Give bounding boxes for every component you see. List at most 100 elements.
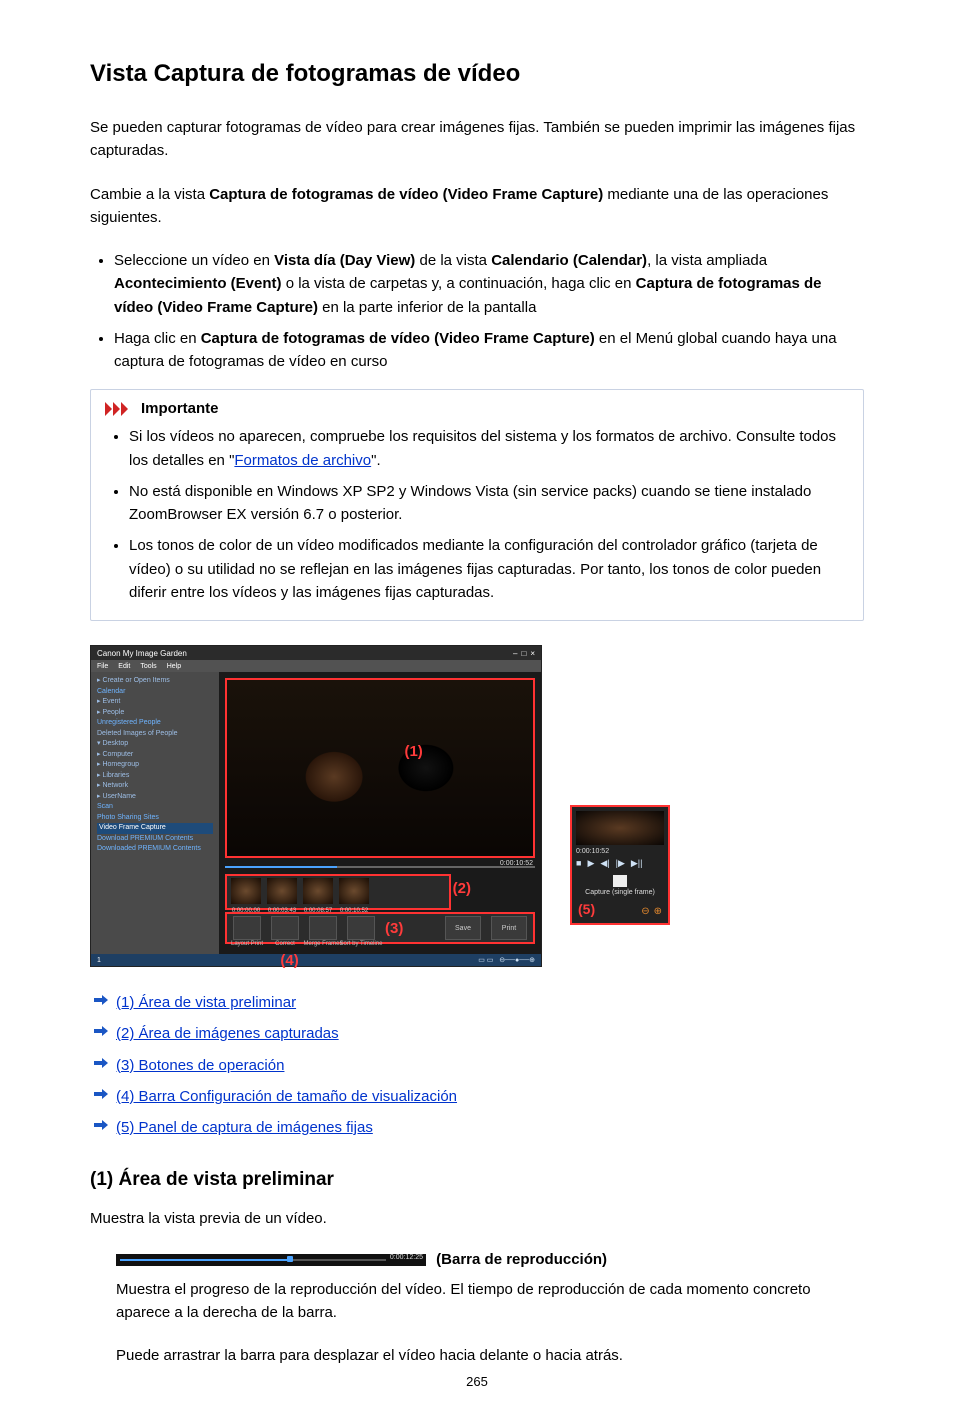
panel-time: 0:00:10:52 (576, 848, 664, 855)
main-area: (1) 0:00:10:52 0:00:00.00 0:00:03.43 0:0… (219, 672, 541, 954)
anchor-link-2[interactable]: (2) Área de imágenes capturadas (116, 1025, 339, 1042)
tool-correct (271, 916, 299, 940)
text: ". (371, 452, 381, 469)
zoom-controls: ▭ ▭ ⊖──●──⊕ (478, 956, 535, 964)
video-preview-image (227, 680, 533, 856)
sidebar: ▸ Create or Open Items Calendar ▸ Event … (91, 672, 219, 954)
panel-preview (576, 811, 664, 845)
intro-paragraph-2: Cambie a la vista Captura de fotogramas … (90, 183, 864, 230)
list-item: Los tonos de color de un vídeo modificad… (129, 534, 849, 604)
capture-panel: 0:00:10:52 ■ ▶ ◀| |▶ ▶|| Capture (single… (570, 805, 670, 925)
anchor-link-1[interactable]: (1) Área de vista preliminar (116, 994, 296, 1011)
anchor-links: (1) Área de vista preliminar (2) Área de… (90, 991, 864, 1139)
maximize-icon: □ (521, 649, 526, 658)
sidebar-item: Download PREMIUM Contents (97, 834, 213, 845)
sidebar-item: Homegroup (102, 761, 139, 768)
tool-layout-print (233, 916, 261, 940)
sidebar-item: People (102, 709, 124, 716)
window-controls: – □ × (513, 649, 535, 658)
tool-merge-frames (309, 916, 337, 940)
overlay-label-3: (3) (385, 920, 403, 937)
menu-item: Help (167, 663, 181, 670)
playback-bar-image: 0:00:12:25 (116, 1254, 426, 1266)
anchor-link-3[interactable]: (3) Botones de operación (116, 1057, 284, 1074)
callout-list: Si los vídeos no aparecen, compruebe los… (105, 425, 849, 604)
scrub-bar: 0:00:10:52 (225, 862, 535, 872)
thumb: 0:00:08.57 (303, 878, 333, 904)
sidebar-item: Scan (97, 802, 213, 813)
tool-sort-by-timeline (347, 916, 375, 940)
print-button: Print (491, 916, 527, 940)
list-item: No está disponible en Windows XP SP2 y W… (129, 480, 849, 527)
sidebar-item: Unregistered People (97, 718, 213, 729)
capture-icon (613, 875, 627, 887)
list-item: (4) Barra Configuración de tamaño de vis… (116, 1085, 864, 1108)
list-item: Seleccione un vídeo en Vista día (Day Vi… (114, 249, 864, 319)
captured-thumbs: 0:00:00.00 0:00:03.43 0:00:08.57 0:00:10… (225, 874, 451, 910)
anchor-link-5[interactable]: (5) Panel de captura de imágenes fijas (116, 1119, 373, 1136)
menu-bar: File Edit Tools Help (91, 660, 541, 672)
chevrons-icon (105, 402, 135, 416)
section-1-p1: Muestra la vista previa de un vídeo. (90, 1207, 864, 1230)
sidebar-item: Calendar (97, 687, 213, 698)
app-window: Canon My Image Garden – □ × File Edit To… (90, 645, 542, 967)
scrub-time: 0:00:10:52 (500, 860, 533, 867)
text: Seleccione un vídeo en (114, 252, 274, 269)
playback-bar-label: (Barra de reproducción) (436, 1251, 607, 1268)
formatos-de-archivo-link[interactable]: Formatos de archivo (234, 452, 371, 469)
callout-title-text: Importante (141, 400, 219, 417)
text: Haga clic en (114, 330, 201, 347)
menu-item: File (97, 663, 108, 670)
minimize-icon: – (513, 649, 517, 658)
sidebar-item: Create or Open Items (102, 677, 169, 684)
text: de la vista (415, 252, 491, 269)
list-item: (2) Área de imágenes capturadas (116, 1022, 864, 1045)
text: o la vista de carpetas y, a continuación… (282, 275, 636, 292)
overlay-label-5: (5) (578, 901, 595, 917)
sidebar-item: Network (102, 782, 128, 789)
menu-item: Tools (140, 663, 156, 670)
important-callout: Importante Si los vídeos no aparecen, co… (90, 389, 864, 621)
thumb: 0:00:03.43 (267, 878, 297, 904)
sidebar-item: Event (102, 698, 120, 705)
sidebar-item: UserName (102, 793, 135, 800)
panel-controls: ■ ▶ ◀| |▶ ▶|| (576, 858, 664, 869)
playback-bar-time: 0:00:12:25 (390, 1254, 423, 1261)
section-1-title: (1) Área de vista preliminar (90, 1169, 864, 1191)
text-bold: Acontecimiento (Event) (114, 275, 282, 292)
list-item: (1) Área de vista preliminar (116, 991, 864, 1014)
overlay-label-2: (2) (453, 880, 471, 897)
playback-bar-p1: Muestra el progreso de la reproducción d… (116, 1278, 864, 1325)
status-count: 1 (97, 957, 101, 964)
sidebar-item: Downloaded PREMIUM Contents (97, 844, 213, 855)
steps-list: Seleccione un vídeo en Vista día (Day Vi… (90, 249, 864, 373)
page-number: 265 (0, 1374, 954, 1389)
thumb: 0:00:00.00 (231, 878, 261, 904)
sidebar-item: Desktop (102, 740, 128, 747)
list-item: (3) Botones de operación (116, 1054, 864, 1077)
callout-title: Importante (105, 400, 849, 417)
panel-zoom: ⊖⊕ (641, 906, 662, 917)
playback-bar-p2: Puede arrastrar la barra para desplazar … (116, 1344, 864, 1367)
list-item: Haga clic en Captura de fotogramas de ví… (114, 327, 864, 374)
app-title: Canon My Image Garden (97, 649, 187, 658)
list-item: (5) Panel de captura de imágenes fijas (116, 1116, 864, 1139)
page-title: Vista Captura de fotogramas de vídeo (90, 60, 864, 88)
close-icon: × (530, 649, 535, 658)
text-bold: Vista día (Day View) (274, 252, 415, 269)
skip-fwd-icon: |▶ (616, 858, 625, 869)
list-item: Si los vídeos no aparecen, compruebe los… (129, 425, 849, 472)
sidebar-item: Deleted Images of People (97, 729, 213, 740)
play-icon: ▶ (587, 858, 594, 869)
text: , la vista ampliada (647, 252, 767, 269)
text-bold: Captura de fotogramas de vídeo (Video Fr… (201, 330, 595, 347)
capture-label: Capture (single frame) (576, 889, 664, 896)
anchor-link-4[interactable]: (4) Barra Configuración de tamaño de vis… (116, 1088, 457, 1105)
sidebar-item: Photo Sharing Sites (97, 813, 213, 824)
sidebar-item: Computer (102, 751, 133, 758)
text: Cambie a la vista (90, 186, 209, 203)
app-screenshot-figure: Canon My Image Garden – □ × File Edit To… (90, 645, 864, 967)
text-bold: Calendario (Calendar) (491, 252, 647, 269)
stop-icon: ■ (576, 858, 581, 869)
overlay-label-4: (4) (280, 952, 298, 969)
